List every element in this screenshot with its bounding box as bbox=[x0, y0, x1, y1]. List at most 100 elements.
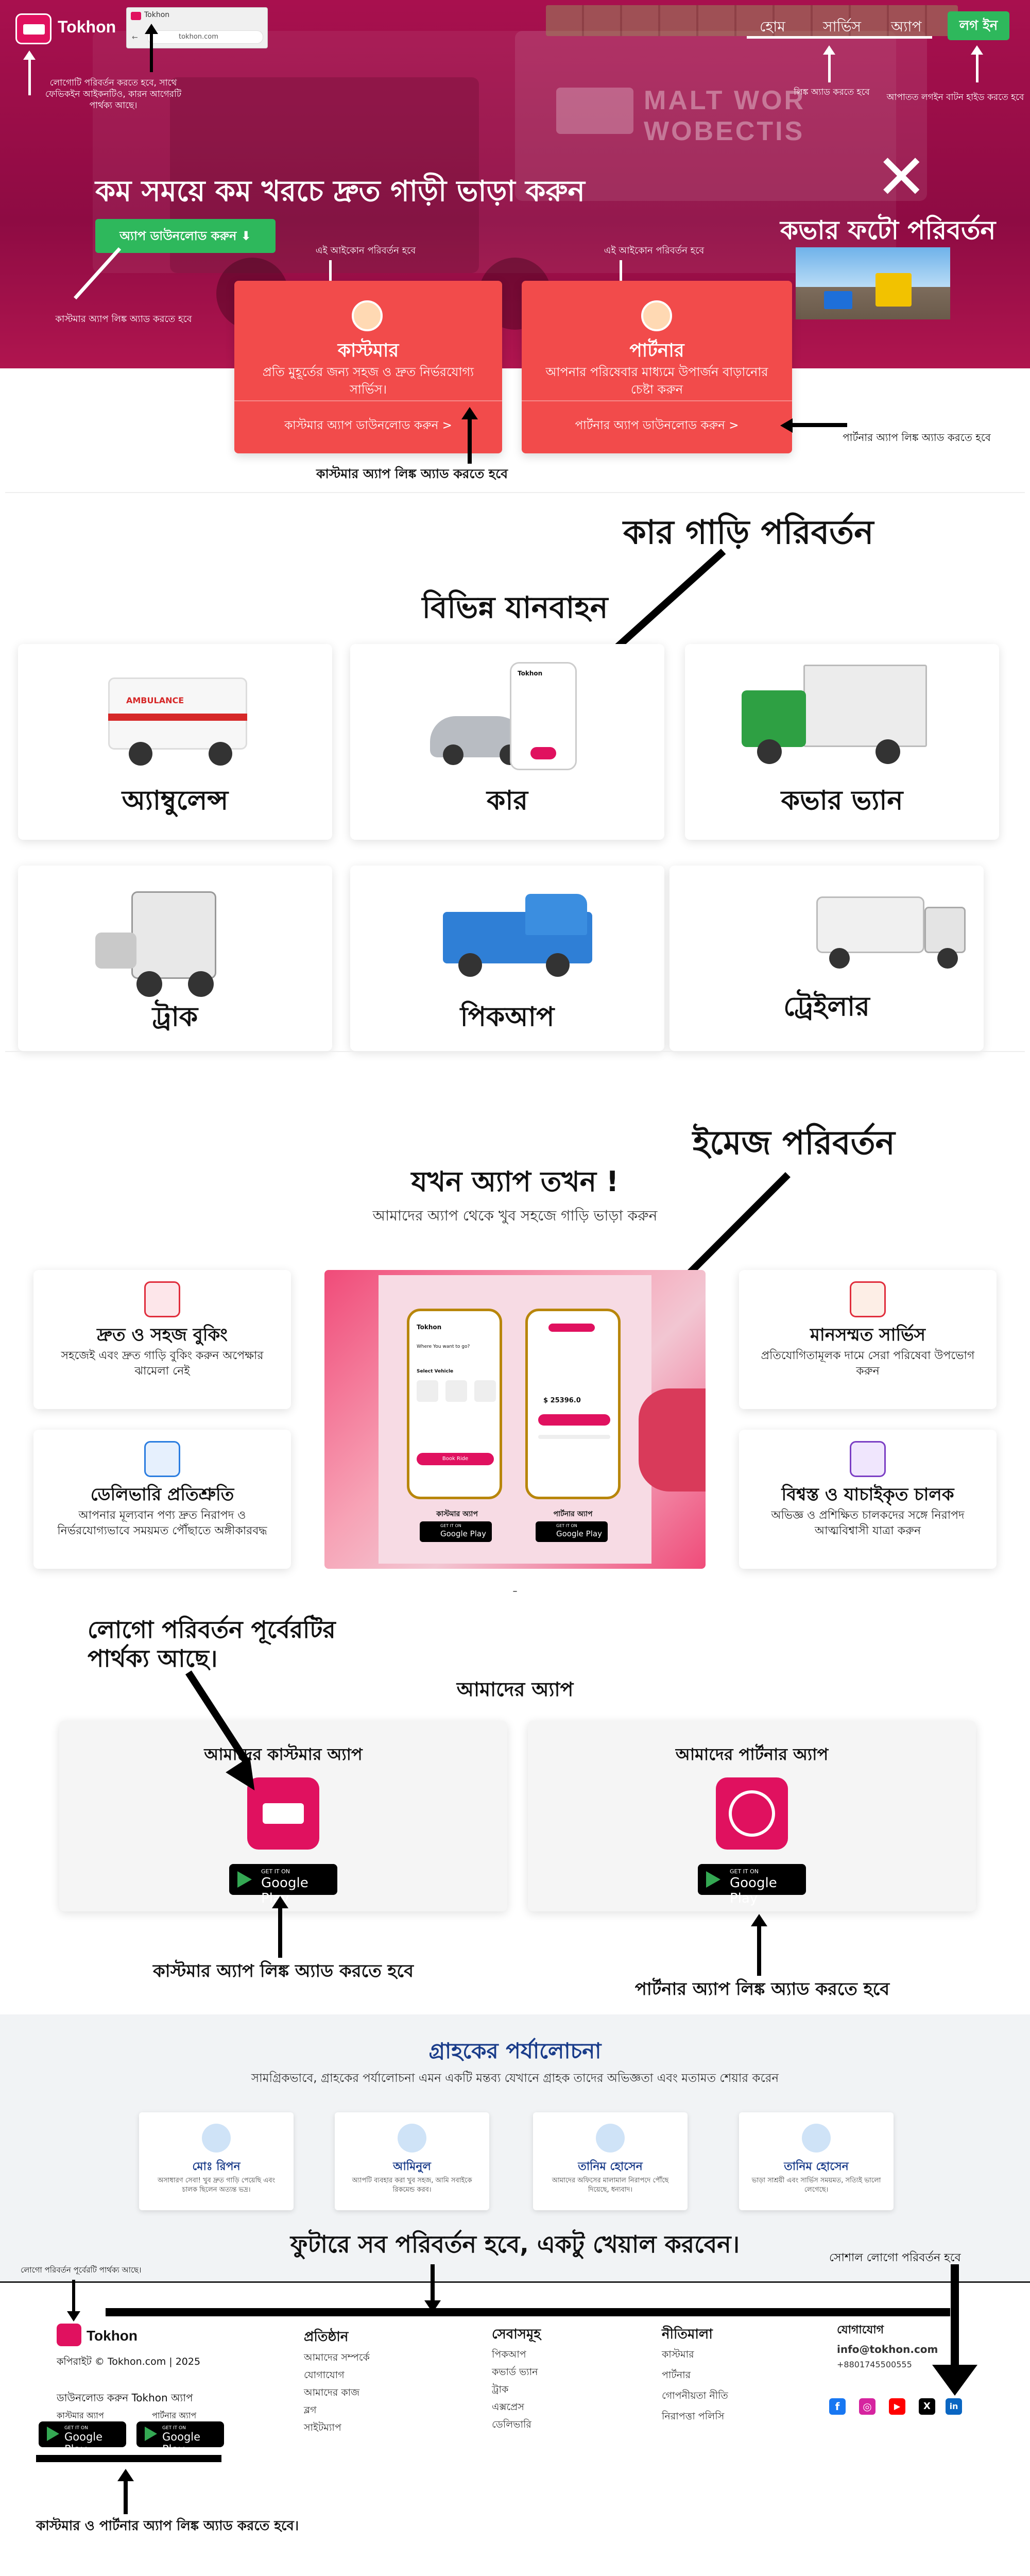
review-card: তানিম হোসেন ভাড়া সাশ্রয়ী এবং সার্ভিস স… bbox=[739, 2112, 894, 2210]
footer-link[interactable]: পার্টনার bbox=[662, 2368, 691, 2384]
truck-logo-icon bbox=[263, 1803, 304, 1824]
badge-get-text: GET IT ON bbox=[64, 2426, 88, 2431]
thumbnail-truck bbox=[824, 291, 852, 309]
avatar bbox=[398, 2124, 426, 2153]
footer-col-services-title: সেবাসমূহ bbox=[492, 2327, 541, 2342]
review-card: আমিনুল অ্যাপটি ব্যবহার করা খুব সহজ, আমি … bbox=[335, 2112, 489, 2210]
partner-card-desc: আপনার পরিষেবার মাধ্যমে উপার্জন বাড়ানোর … bbox=[545, 365, 768, 397]
footer-link[interactable]: নিরাপত্তা পলিসি bbox=[662, 2409, 724, 2426]
hero-headline: কম সময়ে কম খরচে দ্রুত গাড়ী ভাড়া করুন bbox=[95, 175, 585, 208]
footer-apps-arrowhead bbox=[117, 2469, 134, 2481]
instagram-icon[interactable]: ◎ bbox=[859, 2398, 876, 2415]
thumbnail-truck bbox=[876, 273, 912, 307]
truck-cab-image bbox=[131, 891, 216, 979]
badge-get-text: GET IT ON bbox=[730, 1868, 759, 1875]
customer-app-link-arrowhead bbox=[272, 1896, 288, 1908]
nav-annotation-text: লিঙ্ক অ্যাড করতে হবে bbox=[794, 87, 870, 97]
footer-link[interactable]: সাইটম্যাপ bbox=[304, 2420, 341, 2437]
partner-card: পার্টনার আপনার পরিষেবার মাধ্যমে উপার্জন … bbox=[522, 281, 792, 453]
footer-link[interactable]: ব্লগ bbox=[304, 2403, 317, 2419]
feature-desc: অভিজ্ঞ ও প্রশিক্ষিত চালকদের সঙ্গে নিরাপদ… bbox=[771, 1509, 965, 1537]
vehicle-card-car[interactable]: Tokhon কার bbox=[350, 644, 664, 840]
partner-google-play-badge[interactable]: GET IT ON Google Play bbox=[698, 1864, 806, 1906]
feature-card-fast-booking: দ্রুত ও সহজ বুকিং সহজেই এবং দ্রুত গাড়ি … bbox=[33, 1270, 291, 1409]
avatar bbox=[596, 2124, 625, 2153]
footer-apps-arrow bbox=[124, 2476, 128, 2514]
partner-download-link[interactable]: পার্টনার অ্যাপ ডাউনলোড করুন > bbox=[522, 416, 792, 436]
customer-card: কাস্টমার প্রতি মুহূর্তের জন্য সহজ ও দ্রু… bbox=[234, 281, 502, 453]
logo-annotation-text: লোগোটি পরিবর্তন করতে হবে, সাথে ফেভিকইন আ… bbox=[45, 78, 182, 111]
feature-title: মানসম্মত সার্ভিস bbox=[810, 1325, 925, 1345]
vehicle-card-covered-van[interactable]: কভার ভ্যান bbox=[685, 644, 999, 840]
footer-link[interactable]: এক্সপ্রেস bbox=[492, 2400, 524, 2416]
phone-vehicle-tile bbox=[445, 1380, 467, 1402]
youtube-icon[interactable]: ▶ bbox=[889, 2398, 905, 2415]
customer-card-divider bbox=[234, 400, 502, 401]
truck-wheel bbox=[136, 971, 162, 997]
app-download-button[interactable]: অ্যাপ ডাউনলোড করুন ⬇ bbox=[95, 219, 276, 253]
partner-app-title: আমাদের পার্টনার অ্যাপ bbox=[675, 1744, 829, 1764]
facebook-icon[interactable]: f bbox=[829, 2398, 846, 2415]
footer-brand[interactable]: Tokhon bbox=[87, 2328, 138, 2344]
footer-logo-arrowhead bbox=[67, 2311, 80, 2321]
footer-link[interactable]: যোগাযোগ bbox=[304, 2368, 345, 2384]
social-logo-note: সোশাল লোগো পরিবর্তন হবে bbox=[829, 2251, 961, 2264]
tab-url-bar: tokhon.com bbox=[147, 30, 263, 44]
nav-annotation-arrowhead bbox=[823, 45, 835, 55]
partner-link-arrow bbox=[791, 423, 847, 427]
customer-google-play-badge[interactable]: GET IT ON Google Play bbox=[229, 1864, 337, 1906]
footer-link[interactable]: আমাদের কাজ bbox=[304, 2385, 359, 2402]
customer-app-card: আমাদের কাস্টমার অ্যাপ GET IT ON Google P… bbox=[59, 1721, 507, 1911]
footer-copyright: কপিরাইট © Tokhon.com | 2025 bbox=[57, 2356, 201, 2367]
footer-email[interactable]: info@tokhon.com bbox=[837, 2343, 938, 2355]
review-text: অ্যাপটি ব্যবহার করা খুব সহজ, আমি সবাইকে … bbox=[352, 2177, 472, 2194]
vehicle-card-ambulance[interactable]: AMBULANCE অ্যাম্বুলেন্স bbox=[18, 644, 332, 840]
footer-link[interactable]: ডেলিভারি bbox=[492, 2417, 531, 2434]
partner-app-logo[interactable] bbox=[716, 1777, 788, 1850]
ambulance-wheel bbox=[209, 742, 232, 766]
tab-annotation-arrow bbox=[150, 31, 153, 72]
footer-link[interactable]: আমাদের সম্পর্কে bbox=[304, 2350, 370, 2367]
footer-customer-google-play[interactable]: GET IT ON Google Play bbox=[39, 2421, 126, 2455]
linkedin-icon[interactable]: in bbox=[946, 2398, 962, 2415]
vehicle-card-truck[interactable]: ট্রাক bbox=[18, 866, 332, 1051]
play-icon bbox=[145, 2427, 157, 2441]
car-change-note: কার গাড়ি পরিবর্তন bbox=[623, 514, 874, 552]
footer-partner-google-play[interactable]: GET IT ON Google Play bbox=[136, 2421, 224, 2455]
badge-store-text: Google Play bbox=[730, 1875, 777, 1906]
footer-link[interactable]: কাস্টমার bbox=[662, 2347, 694, 2364]
review-text: ভাড়া সাশ্রয়ী এবং সার্ভিস সময়মত, সত্যি… bbox=[751, 2177, 881, 2194]
footer-logo[interactable] bbox=[57, 2324, 81, 2346]
review-card: মোঃ রিপন অসাধারণ সেবা! খুব দ্রুত গাড়ি প… bbox=[139, 2112, 294, 2210]
footer-link[interactable]: গোপনীয়তা নীতি bbox=[662, 2388, 728, 2405]
customer-app-logo[interactable] bbox=[247, 1777, 319, 1850]
footer-phone[interactable]: +8801745500555 bbox=[837, 2360, 912, 2369]
vehicle-card-trailer[interactable]: ট্রেইলার bbox=[670, 866, 984, 1051]
features-title: যখন অ্যাপ তখন ! bbox=[411, 1165, 619, 1198]
truck-bed-image bbox=[95, 933, 136, 969]
vehicles-title: বিভিন্ন যানবাহন bbox=[422, 590, 608, 625]
partner-app-link-arrowhead bbox=[751, 1914, 767, 1926]
social-arrowhead bbox=[932, 2365, 977, 2396]
reviewer-name: তানিম হোসেন bbox=[578, 2160, 643, 2173]
phone-header: Tokhon bbox=[417, 1324, 442, 1331]
trailer-cargo-image bbox=[816, 896, 924, 953]
customer-avatar-icon bbox=[352, 300, 383, 331]
section-divider bbox=[5, 492, 1025, 493]
feature-desc: প্রতিযোগিতামূলক দামে সেরা পরিষেবা উপভোগ … bbox=[761, 1349, 975, 1378]
vehicle-label-car: কার bbox=[486, 785, 528, 816]
footer-link[interactable]: পিকআপ bbox=[492, 2347, 526, 2364]
close-icon: ✕ bbox=[876, 142, 928, 213]
footer-link[interactable]: কভার্ড ভ্যান bbox=[492, 2365, 538, 2381]
vehicle-card-pickup[interactable]: পিকআপ bbox=[350, 866, 664, 1051]
vehicle-label-truck: ট্রাক bbox=[152, 1002, 198, 1032]
logo[interactable] bbox=[15, 13, 52, 44]
login-button[interactable]: লগ ইন bbox=[948, 11, 1009, 40]
x-icon[interactable]: X bbox=[919, 2398, 935, 2415]
footer-link[interactable]: ট্রাক bbox=[492, 2382, 508, 2399]
phone-vehicle-tile bbox=[417, 1380, 438, 1402]
badge-get-text: GET IT ON bbox=[440, 1523, 461, 1528]
badge-get-text: GET IT ON bbox=[261, 1868, 290, 1875]
phone-info-line bbox=[538, 1435, 610, 1439]
brand-name[interactable]: Tokhon bbox=[58, 18, 116, 37]
